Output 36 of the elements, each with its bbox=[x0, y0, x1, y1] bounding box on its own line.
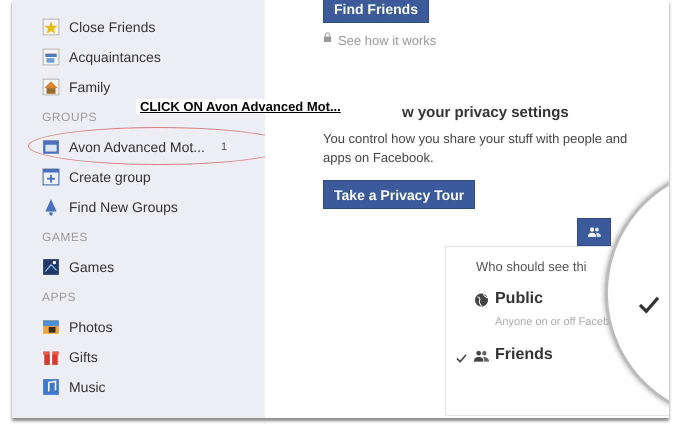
section-heading: GAMES bbox=[42, 229, 88, 246]
notification-count: 1 bbox=[220, 141, 228, 153]
sidebar-item[interactable]: Acquaintances bbox=[42, 42, 265, 72]
globe-icon bbox=[474, 293, 489, 307]
sidebar-item[interactable]: Photos bbox=[42, 312, 265, 342]
audience-button[interactable] bbox=[577, 218, 611, 246]
star-icon bbox=[42, 18, 60, 36]
audience-option[interactable]: Friends bbox=[456, 346, 669, 368]
audience-option[interactable]: Public Anyone on or off Faceb bbox=[456, 290, 669, 328]
games-icon bbox=[42, 258, 60, 276]
sidebar-item[interactable]: Gifts bbox=[42, 342, 265, 372]
friends-icon bbox=[474, 349, 489, 363]
sidebar-item[interactable]: Games bbox=[42, 252, 265, 282]
sidebar-item[interactable]: Find New Groups bbox=[42, 192, 265, 222]
privacy-heading: w your privacy settings bbox=[402, 104, 570, 121]
house-icon bbox=[42, 78, 60, 96]
check-icon bbox=[456, 354, 467, 363]
sidebar-item[interactable]: Avon Advanced Mot... 1 bbox=[42, 132, 265, 162]
photo-icon bbox=[42, 318, 60, 336]
sidebar-item[interactable]: Create group bbox=[42, 162, 265, 192]
option-label: Friends bbox=[495, 346, 553, 364]
section-heading: APPS bbox=[42, 289, 76, 306]
find-friends-button[interactable]: Find Friends bbox=[323, 0, 429, 23]
friends-icon bbox=[588, 227, 600, 237]
section-heading: GROUPS bbox=[42, 109, 98, 126]
option-label: Public bbox=[495, 290, 544, 308]
privacy-tour-button[interactable]: Take a Privacy Tour bbox=[323, 180, 476, 209]
lock-icon bbox=[323, 32, 332, 43]
check-icon bbox=[638, 296, 660, 314]
sidebar-item[interactable]: Close Friends bbox=[42, 12, 265, 42]
plus-icon bbox=[42, 168, 60, 186]
sidebar-item[interactable]: Family bbox=[42, 72, 265, 102]
sidebar-item[interactable]: Music bbox=[42, 372, 265, 402]
privacy-description: You control how you share your stuff with people and apps on Facebook. bbox=[323, 130, 628, 167]
option-description: Anyone on or off Faceb bbox=[495, 316, 610, 328]
menu-prompt: Who should see thi bbox=[476, 259, 588, 274]
